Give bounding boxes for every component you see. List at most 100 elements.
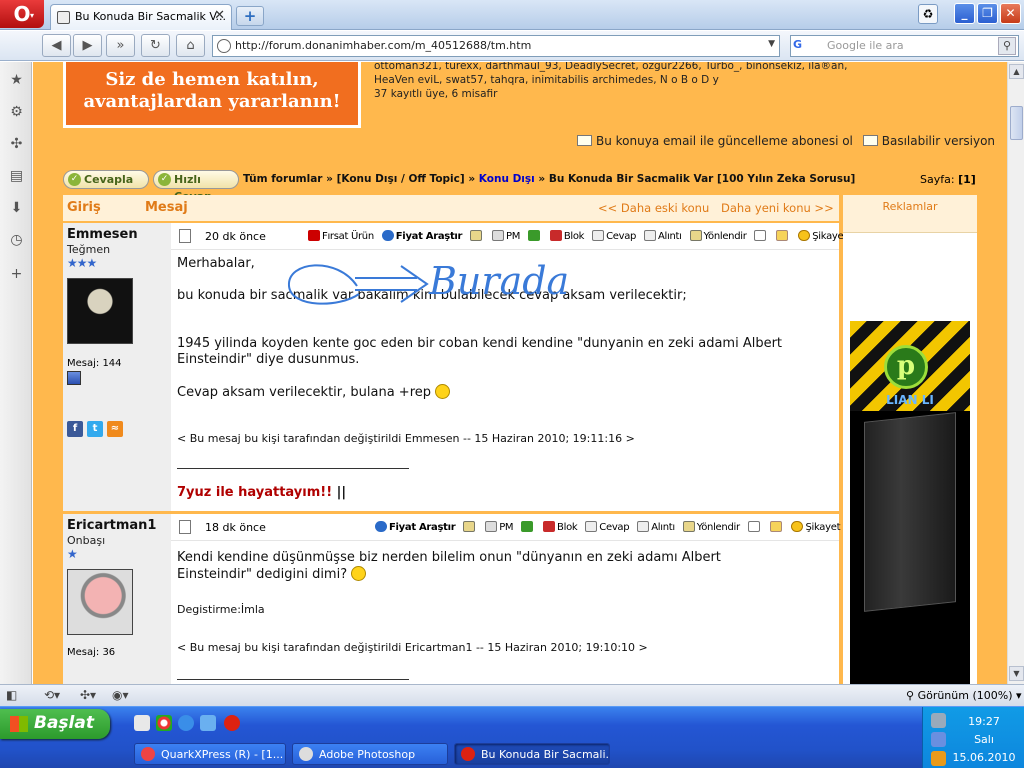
subscribe-link[interactable]: Bu konuya email ile güncelleme abonesi o… — [596, 134, 853, 148]
forward-button[interactable]: ▶ — [73, 34, 102, 57]
taskbar-item-quark[interactable]: QuarkXPress (R) - [1... — [134, 743, 286, 765]
doc-button[interactable] — [747, 521, 762, 533]
folder-button[interactable] — [769, 521, 784, 533]
scroll-down-icon[interactable]: ▼ — [1009, 666, 1024, 681]
breadcrumb-konu-disi[interactable]: Konu Dışı — [479, 173, 535, 185]
trash-icon[interactable]: ♻ — [918, 4, 938, 24]
block-label: Blok — [563, 231, 585, 242]
opera-quicklaunch-icon[interactable] — [224, 715, 240, 731]
avatar[interactable] — [67, 278, 133, 344]
pm-button[interactable]: PM — [485, 521, 514, 533]
taskbar-item-opera[interactable]: Bu Konuda Bir Sacmali... — [454, 743, 610, 765]
search-icon[interactable]: ⚲ — [998, 37, 1016, 55]
reload-button[interactable]: ↻ — [141, 34, 170, 57]
downloads-icon[interactable]: ⬇ — [8, 200, 25, 217]
fiyat-label: Fiyat Araştır — [389, 522, 456, 533]
tab-close-icon[interactable]: ✕ — [214, 8, 225, 23]
col-login: Giriş — [67, 200, 101, 215]
reply-post-button[interactable]: Cevap — [585, 521, 630, 533]
block-button[interactable]: Blok — [549, 230, 585, 242]
tray-app-icon[interactable] — [931, 751, 946, 766]
page-number[interactable]: [1] — [958, 173, 976, 186]
forward-post-button[interactable]: Yönlendir — [682, 521, 740, 533]
folder-button[interactable] — [776, 230, 790, 242]
maximize-button[interactable]: ❐ — [977, 3, 998, 24]
post: Emmesen Teğmen ★★★ Mesaj: 144 f t ≈ 20 d… — [63, 223, 860, 511]
firsat-button[interactable]: Fırsat Ürün — [308, 230, 374, 242]
twitter-icon[interactable]: t — [87, 421, 103, 437]
signup-banner[interactable]: Siz de hemen katılın, avantajlardan yara… — [63, 62, 361, 128]
quote-button[interactable]: Alıntı — [637, 521, 675, 533]
online-count: 37 kayıtlı üye, 6 misafir — [374, 88, 498, 100]
scroll-up-icon[interactable]: ▲ — [1009, 64, 1024, 79]
unite-icon[interactable]: ✣ — [8, 136, 25, 153]
taskbar-item-photoshop[interactable]: Adobe Photoshop — [292, 743, 448, 765]
quicklaunch-app-icon[interactable] — [134, 715, 150, 731]
opera-menu-button[interactable]: O ▾ — [0, 0, 44, 28]
history-icon[interactable]: ◷ — [8, 232, 25, 249]
facebook-icon[interactable]: f — [67, 421, 83, 437]
rss-icon[interactable]: ≈ — [107, 421, 123, 437]
add-friend-button[interactable] — [527, 230, 542, 242]
breadcrumb-offtopic[interactable]: [Konu Dışı / Off Topic] — [337, 173, 465, 185]
bookmarks-icon[interactable]: ★ — [8, 72, 25, 89]
username[interactable]: Ericartman1 — [67, 518, 167, 533]
block-button[interactable]: Blok — [543, 521, 578, 533]
start-button[interactable]: Başlat — [0, 709, 110, 739]
post: Ericartman1 Onbaşı ★ Mesaj: 36 18 dk önc… — [63, 514, 853, 684]
post-content: 20 dk önce Fırsat Ürün Fiyat Araştır PM … — [171, 223, 860, 511]
newer-thread-link[interactable]: Daha yeni konu >> — [721, 201, 834, 215]
print-link[interactable]: Basılabilir versiyon — [882, 134, 995, 148]
clock-time[interactable]: 19:27 — [951, 715, 1017, 728]
signature[interactable]: 7yuz ile hayattayım!! || — [177, 485, 346, 500]
forward-post-button[interactable]: Yönlendir — [689, 230, 747, 242]
pm-button[interactable]: PM — [491, 230, 520, 242]
dropdown-arrow-icon[interactable]: ▼ — [768, 39, 775, 49]
lian-li-ad[interactable]: p LIAN LI — [850, 321, 970, 684]
address-field[interactable]: http://forum.donanimhaber.com/m_40512688… — [212, 35, 780, 57]
breadcrumb-all-forums[interactable]: Tüm forumlar — [243, 173, 322, 185]
fiyat-button[interactable]: Fiyat Araştır — [375, 521, 456, 533]
panel-toggle-icon[interactable]: ◧ — [6, 688, 17, 702]
fiyat-button[interactable]: Fiyat Araştır — [381, 230, 462, 242]
firsat-label: Fırsat Ürün — [322, 231, 374, 242]
close-window-button[interactable]: ✕ — [1000, 3, 1021, 24]
quick-reply-button[interactable]: ✓Hızlı Cevap — [153, 170, 239, 203]
computer-icon[interactable] — [67, 371, 81, 385]
network-icon[interactable] — [931, 713, 946, 728]
home-button[interactable]: ⌂ — [176, 34, 205, 57]
avatar[interactable] — [67, 569, 133, 635]
turbo-icon[interactable]: ◉▾ — [112, 688, 129, 702]
ie-icon[interactable] — [178, 715, 194, 731]
email-post-button[interactable] — [470, 230, 484, 242]
folder-icon — [776, 230, 789, 241]
notes-icon[interactable]: ▤ — [8, 168, 25, 185]
older-thread-link[interactable]: << Daha eski konu — [598, 201, 709, 215]
reply-button[interactable]: ✓ Cevapla — [63, 170, 149, 189]
widgets-icon[interactable]: ⚙ — [8, 104, 25, 121]
zoom-control[interactable]: ⚲ Görünüm (100%) ▾ — [906, 689, 1022, 702]
navigation-bar: ◀ ▶ » ↻ ⌂ http://forum.donanimhaber.com/… — [0, 31, 1024, 61]
doc-button[interactable] — [754, 230, 768, 242]
add-friend-button[interactable] — [521, 521, 535, 533]
scroll-thumb[interactable] — [1010, 106, 1023, 140]
sync-icon[interactable]: ⟲▾ — [44, 688, 60, 702]
back-button[interactable]: ◀ — [42, 34, 71, 57]
quote-button[interactable]: Alıntı — [643, 230, 682, 242]
username[interactable]: Emmesen — [67, 227, 167, 242]
quicklaunch-app-icon[interactable] — [200, 715, 216, 731]
search-input[interactable]: G Google ile ara ⚲ — [790, 35, 1019, 57]
tab-active[interactable]: Bu Konuda Bir Sacmalik V... ✕ — [50, 4, 232, 30]
vertical-scrollbar[interactable]: ▲ ▼ — [1007, 62, 1024, 684]
add-panel-icon[interactable]: + — [8, 266, 25, 283]
unite-status-icon[interactable]: ✣▾ — [80, 688, 96, 702]
email-post-button[interactable] — [463, 521, 477, 533]
minimize-button[interactable]: _ — [954, 3, 975, 24]
reply-post-button[interactable]: Cevap — [592, 230, 636, 242]
fast-forward-button[interactable]: » — [106, 34, 135, 57]
tray-app-icon[interactable] — [931, 732, 946, 747]
new-tab-button[interactable]: + — [236, 6, 264, 26]
google-icon[interactable]: G — [793, 38, 823, 54]
post-line: bu konuda bir sacmalik var bakalim kim b… — [177, 288, 687, 303]
chrome-icon[interactable] — [156, 715, 172, 731]
